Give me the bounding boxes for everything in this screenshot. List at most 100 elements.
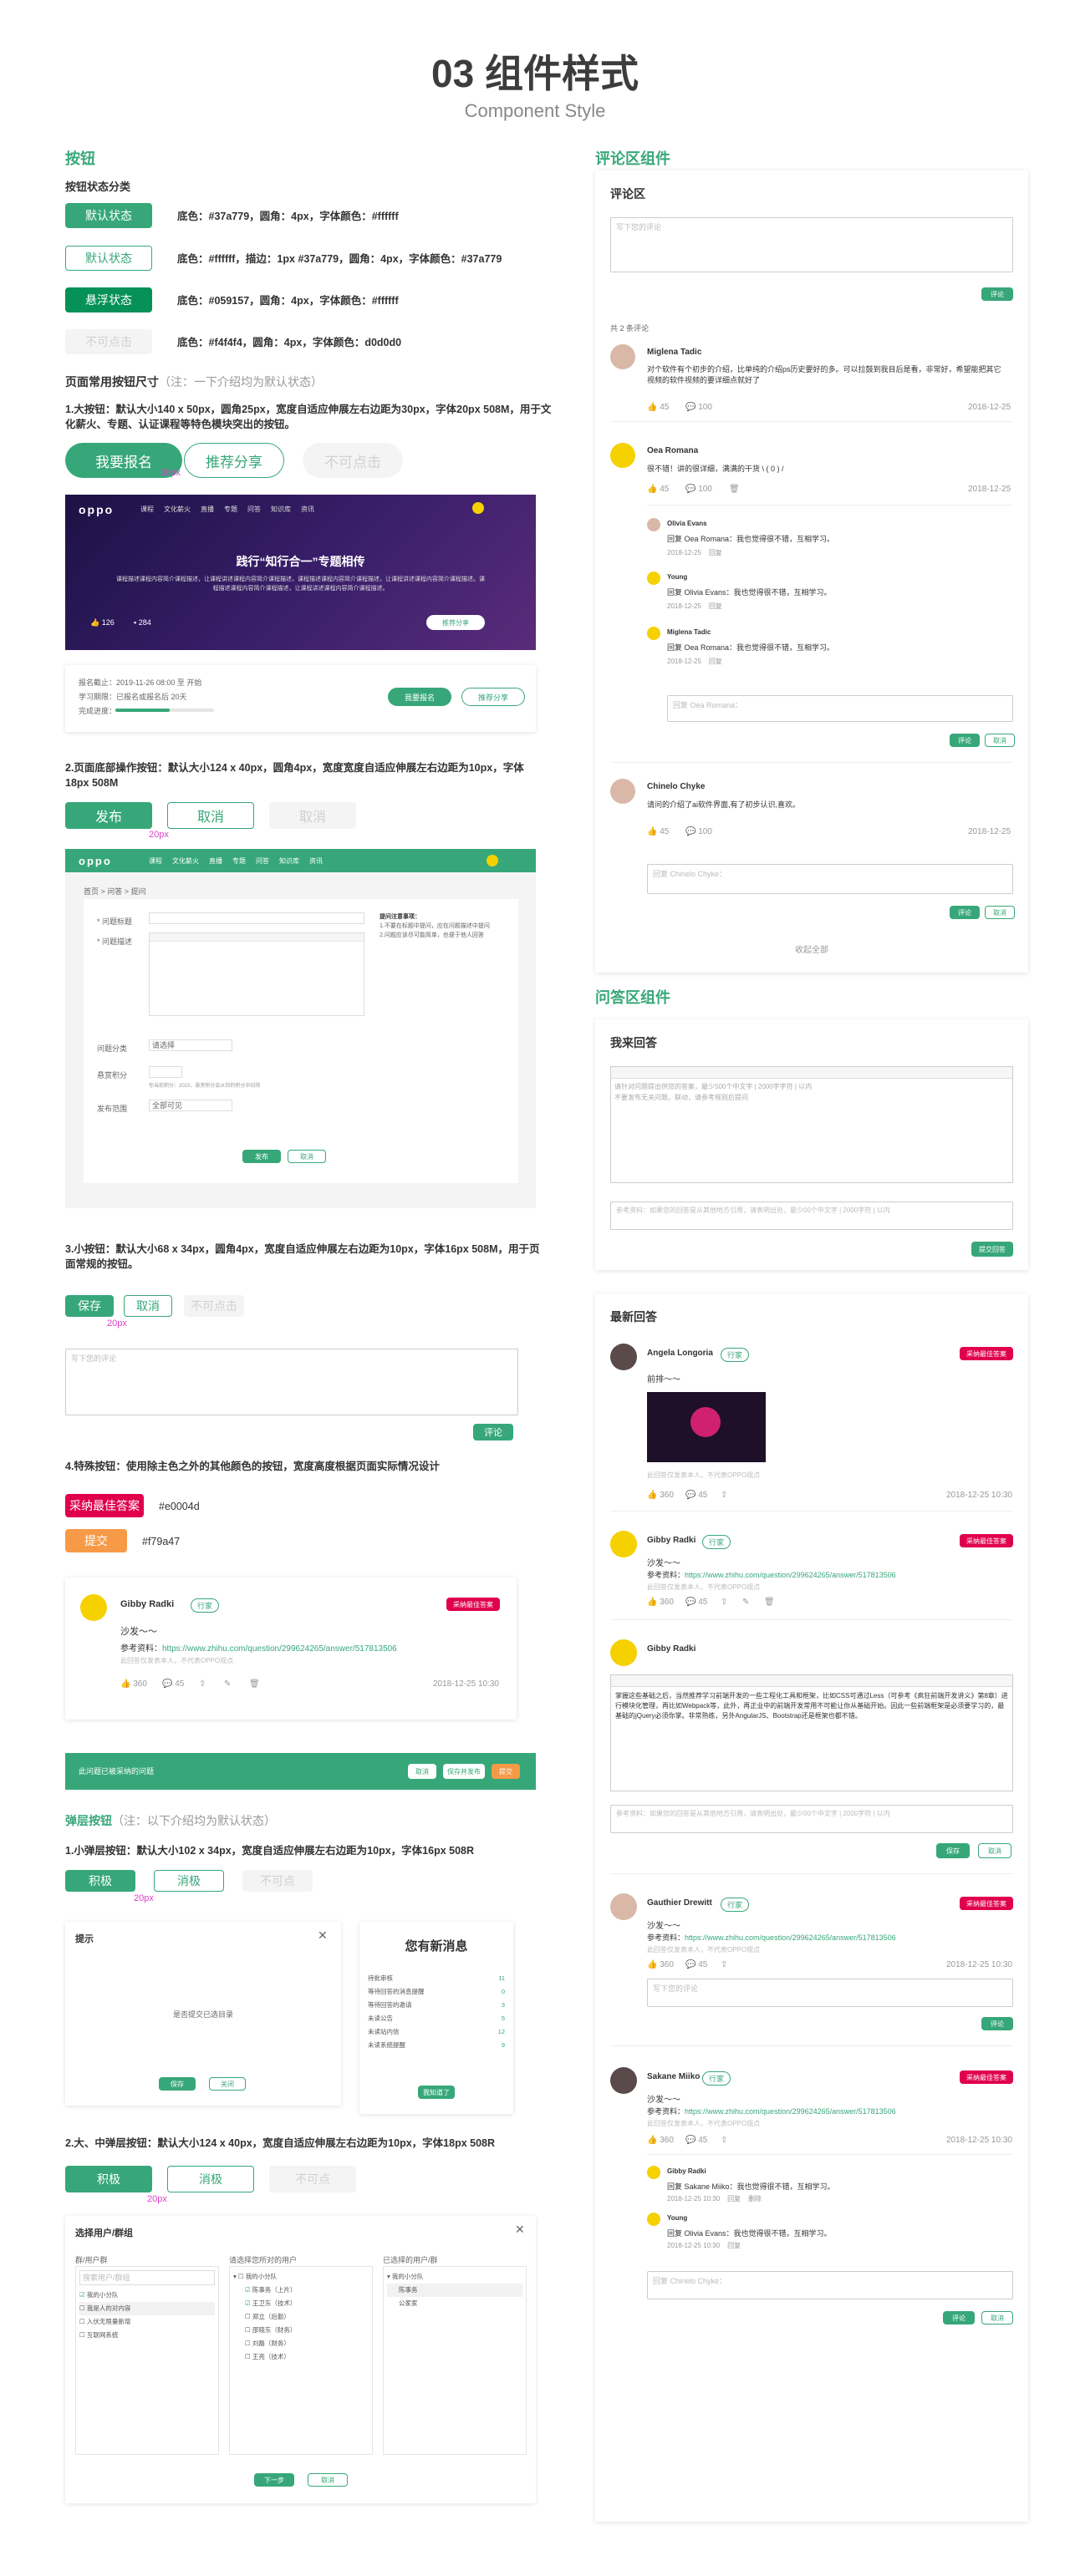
- answer-avatar[interactable]: [610, 1531, 637, 1557]
- form-cancel-button[interactable]: 取消: [288, 1150, 326, 1163]
- last-reply-input[interactable]: 回复 Chinelo Chyke：: [647, 2271, 1013, 2299]
- news-item[interactable]: 未读系统提醒 9: [368, 2039, 505, 2052]
- answer-image[interactable]: [647, 1392, 766, 1462]
- editor-toolbar[interactable]: [611, 1067, 1012, 1079]
- answer-comments[interactable]: 💬 45: [685, 1491, 707, 1500]
- last-reply-cancel[interactable]: 取消: [981, 2311, 1013, 2324]
- picker-user-item[interactable]: ☑ 陈事务（上片）: [233, 2284, 369, 2297]
- picker-selected-item[interactable]: ▾ 我的小分队: [387, 2270, 522, 2284]
- comment-replies[interactable]: 💬 100: [685, 485, 712, 494]
- close-icon[interactable]: ✕: [318, 1928, 328, 1943]
- answer-likes[interactable]: 👍 360: [647, 2136, 674, 2145]
- reply-cancel-button[interactable]: 取消: [985, 734, 1015, 747]
- checkbox-icon[interactable]: ☐: [245, 2326, 251, 2334]
- news-item[interactable]: 待批审核 11: [368, 1972, 505, 1985]
- comment-panel-submit[interactable]: 评论: [981, 287, 1013, 301]
- checkbox-icon[interactable]: ☐: [79, 2331, 85, 2339]
- edit-cancel-button[interactable]: 取消: [978, 1843, 1011, 1858]
- checkbox-icon[interactable]: ☑: [79, 2291, 85, 2299]
- form-nav-item[interactable]: 直播: [209, 856, 222, 866]
- answer-ref-input[interactable]: 参考资料：如果您的回答是从其他地方引用，请表明出处，最少00个中文字 | 200…: [610, 1202, 1013, 1230]
- bar-save-button[interactable]: 保存并发布: [443, 1764, 485, 1779]
- share-icon[interactable]: ⇪: [199, 1679, 206, 1689]
- news-ack-button[interactable]: 我知道了: [418, 2086, 455, 2099]
- collapse-all-link[interactable]: 收起全部: [595, 943, 1028, 955]
- banner-nav-item[interactable]: 课程: [140, 505, 154, 514]
- delete-action[interactable]: 删除: [748, 2195, 762, 2203]
- answer-author[interactable]: Gibby Radki: [120, 1599, 174, 1609]
- edit-save-button[interactable]: 保存: [936, 1843, 970, 1858]
- default-outline-button[interactable]: 默认状态: [65, 246, 152, 271]
- picker-search[interactable]: 搜索用户/群组: [79, 2270, 215, 2285]
- comment-input[interactable]: 写下您的评论: [610, 217, 1013, 272]
- answer-best-button[interactable]: 采纳最佳答案: [446, 1598, 500, 1611]
- answer-avatar[interactable]: [610, 1344, 637, 1370]
- commenter-avatar[interactable]: [610, 344, 635, 369]
- dialog-save-button[interactable]: 保存: [159, 2077, 196, 2091]
- picker-user-item[interactable]: ☐ 刘磊（财务）: [233, 2337, 369, 2350]
- form-publish-button[interactable]: 发布: [242, 1150, 281, 1163]
- checkbox-icon[interactable]: ☐: [245, 2340, 251, 2347]
- banner-nav-item[interactable]: 问答: [247, 505, 261, 514]
- checkbox-icon[interactable]: ☑: [245, 2286, 251, 2294]
- form-nav-item[interactable]: 问答: [256, 856, 269, 866]
- best-answer-button[interactable]: 采纳最佳答案: [65, 1494, 144, 1517]
- answer-best-button[interactable]: 采纳最佳答案: [960, 1534, 1013, 1547]
- commenter-name[interactable]: Chinelo Chyke: [647, 782, 705, 791]
- banner-share-button[interactable]: 推荐分享: [426, 615, 485, 630]
- popup-big-positive-button[interactable]: 积极: [65, 2166, 152, 2192]
- answer-comments[interactable]: 💬 45: [162, 1679, 184, 1689]
- dialog-close-button[interactable]: 关闭: [209, 2077, 246, 2091]
- edit-icon[interactable]: ✎: [742, 1598, 749, 1607]
- form-title-input[interactable]: [149, 912, 364, 924]
- answer-best-button[interactable]: 采纳最佳答案: [960, 2070, 1013, 2084]
- answer-best-button[interactable]: 采纳最佳答案: [960, 1897, 1013, 1910]
- comment-replies[interactable]: 💬 100: [685, 403, 712, 412]
- bar-cancel-button[interactable]: 取消: [408, 1764, 436, 1779]
- answer-likes[interactable]: 👍 360: [120, 1679, 147, 1689]
- default-state-button[interactable]: 默认状态: [65, 203, 152, 228]
- reply-action[interactable]: 回复: [727, 2242, 741, 2249]
- reply-input-2[interactable]: 回复 Chinelo Chyke：: [647, 864, 1013, 894]
- form-nav-item[interactable]: 知识库: [279, 856, 299, 866]
- edit-editor[interactable]: 掌握这些基础之后，当然推荐学习前端开发的一些工程化工具和框架，比如CSS可通过L…: [610, 1674, 1013, 1791]
- cancel-button[interactable]: 取消: [167, 802, 254, 829]
- answer-best-button[interactable]: 采纳最佳答案: [960, 1347, 1013, 1360]
- reply-name[interactable]: Gibby Radki: [667, 2167, 706, 2175]
- answer-editor[interactable]: 请针对问题提出供您的答案，最少500个中文字 | 2000字字符 | 以内 不要…: [610, 1066, 1013, 1183]
- picker-group-item[interactable]: ☐ 互联网系统: [79, 2329, 215, 2342]
- small-save-button[interactable]: 保存: [65, 1295, 114, 1317]
- form-scope-select[interactable]: 全部可见: [149, 1100, 232, 1111]
- picker-user-item[interactable]: ☐ 郑立（后勤）: [233, 2310, 369, 2324]
- picker-cancel-button[interactable]: 取消: [308, 2473, 348, 2487]
- answer-avatar[interactable]: [610, 2067, 637, 2094]
- answer-author[interactable]: Angela Longoria: [647, 1349, 713, 1358]
- picker-group-item[interactable]: ☑ 我的小分队: [79, 2289, 215, 2302]
- banner-nav-item[interactable]: 直播: [201, 505, 214, 514]
- delete-icon[interactable]: 🗑: [249, 1679, 260, 1689]
- commenter-name[interactable]: Miglena Tadic: [647, 348, 701, 357]
- submit-answer-button[interactable]: 提交回答: [971, 1242, 1013, 1257]
- news-item[interactable]: 未读公告 5: [368, 2012, 505, 2025]
- reply2-submit-button[interactable]: 评论: [950, 906, 980, 919]
- checkbox-icon[interactable]: ☑: [245, 2299, 251, 2307]
- picker-next-button[interactable]: 下一步: [254, 2473, 294, 2487]
- delete-icon[interactable]: 🗑: [764, 1598, 775, 1607]
- banner-nav-item[interactable]: 资讯: [301, 505, 314, 514]
- editor-toolbar[interactable]: [611, 1675, 1012, 1687]
- edit-icon[interactable]: ✎: [224, 1679, 231, 1689]
- answer-comments[interactable]: 💬 45: [685, 1598, 707, 1607]
- picker-group-item[interactable]: ☐ 我是人的对内容: [79, 2302, 215, 2315]
- answer-likes[interactable]: 👍 360: [647, 1598, 674, 1607]
- news-item[interactable]: 未读站内信 12: [368, 2025, 505, 2039]
- course-share-button[interactable]: 推荐分享: [461, 688, 525, 706]
- publish-button[interactable]: 发布: [65, 802, 152, 829]
- small-cancel-button[interactable]: 取消: [124, 1295, 172, 1317]
- answer-author[interactable]: Gibby Radki: [647, 1536, 696, 1545]
- form-desc-editor[interactable]: [149, 932, 364, 1016]
- last-reply-submit[interactable]: 评论: [943, 2311, 975, 2324]
- picker-selected-item[interactable]: 陈事务: [387, 2284, 522, 2297]
- news-item[interactable]: 等待回答的消息提醒 0: [368, 1985, 505, 1999]
- form-nav-item[interactable]: 资讯: [309, 856, 323, 866]
- submit-orange-button[interactable]: 提交: [65, 1529, 127, 1552]
